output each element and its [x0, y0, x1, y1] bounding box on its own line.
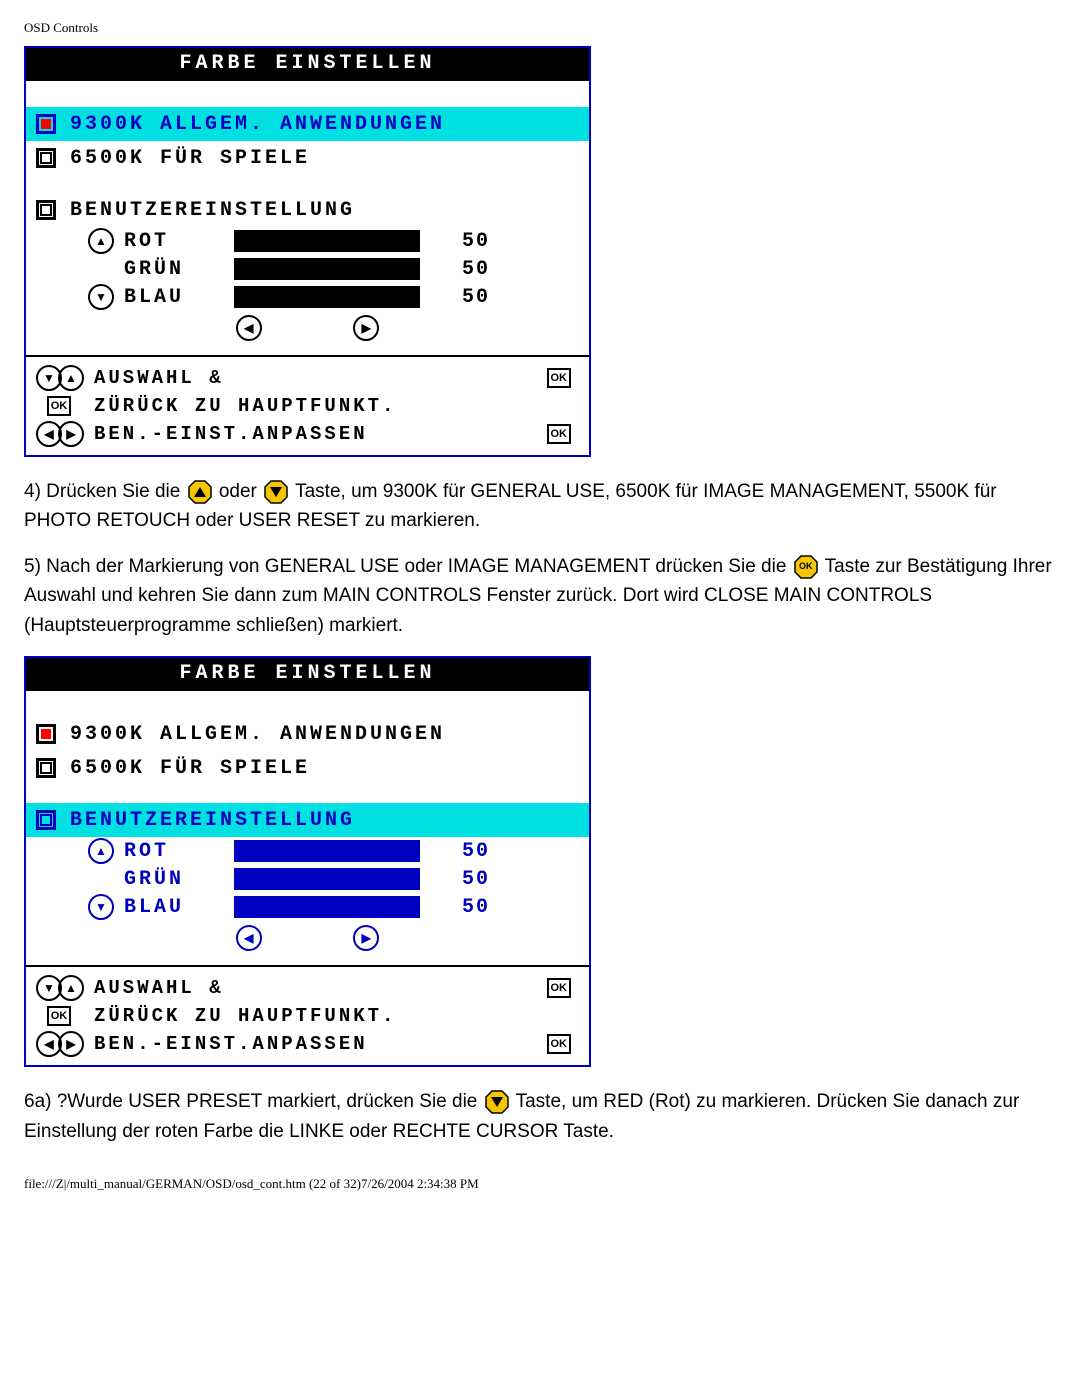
osd1-green-row: GRÜN 50: [26, 255, 589, 283]
osd2-help-row3: ◀ ▶ BEN.-EINST.ANPASSEN OK: [26, 1029, 589, 1059]
osd1-left-right-row: ◀ ▶: [26, 311, 589, 349]
ok-icon: OK: [547, 1034, 572, 1054]
footer-path: file:///Z|/multi_manual/GERMAN/OSD/osd_c…: [24, 1176, 1056, 1192]
osd-screenshot-1: FARBE EINSTELLEN 9300K ALLGEM. ANWENDUNG…: [24, 46, 591, 457]
osd2-option-user: BENUTZEREINSTELLUNG: [26, 803, 589, 837]
osd1-title: FARBE EINSTELLEN: [26, 48, 589, 81]
osd2-help-row2: OK ZÜRÜCK ZU HAUPTFUNKT.: [26, 1003, 589, 1029]
osd2-left-right-row: ◀ ▶: [26, 921, 589, 959]
ok-icon: OK: [47, 1006, 72, 1026]
radio-unselected-icon: [36, 148, 56, 168]
up-arrow-icon: ▲: [88, 228, 114, 254]
osd1-help-row3: ◀ ▶ BEN.-EINST.ANPASSEN OK: [26, 419, 589, 449]
osd2-option-9300k: 9300K ALLGEM. ANWENDUNGEN: [26, 717, 589, 751]
osd1-help-row2: OK ZÜRÜCK ZU HAUPTFUNKT.: [26, 393, 589, 419]
ok-icon: OK: [547, 424, 572, 444]
osd-screenshot-2: FARBE EINSTELLEN 9300K ALLGEM. ANWENDUNG…: [24, 656, 591, 1067]
up-arrow-icon: ▲: [58, 365, 84, 391]
radio-unselected-icon: [36, 200, 56, 220]
radio-selected-icon: [36, 724, 56, 744]
right-arrow-icon: ▶: [58, 1031, 84, 1057]
osd2-red-row: ▲ ROT 50: [26, 837, 589, 865]
right-arrow-icon: ▶: [353, 315, 379, 341]
ok-icon: OK: [547, 368, 572, 388]
red-bar: [234, 230, 420, 252]
osd2-green-row: GRÜN 50: [26, 865, 589, 893]
ok-icon: OK: [47, 396, 72, 416]
down-arrow-icon: ▼: [88, 894, 114, 920]
osd1-option-user: BENUTZEREINSTELLUNG: [26, 193, 589, 227]
right-arrow-icon: ▶: [58, 421, 84, 447]
step-5-text: 5) Nach der Markierung von GENERAL USE o…: [24, 552, 1056, 640]
green-bar: [234, 258, 420, 280]
page-header: OSD Controls: [24, 20, 1056, 36]
ok-icon: OK: [547, 978, 572, 998]
left-arrow-icon: ◀: [236, 925, 262, 951]
osd1-option-6500k: 6500K FÜR SPIELE: [26, 141, 589, 175]
down-button-icon: [264, 480, 288, 504]
step-6a-text: 6a) ?Wurde USER PRESET markiert, drücken…: [24, 1087, 1056, 1146]
osd2-option-6500k: 6500K FÜR SPIELE: [26, 751, 589, 785]
blue-bar: [234, 896, 420, 918]
osd1-help-row1: ▼ ▲ AUSWAHL & OK: [26, 363, 589, 393]
radio-unselected-icon: [36, 810, 56, 830]
osd1-option-9300k: 9300K ALLGEM. ANWENDUNGEN: [26, 107, 589, 141]
blue-bar: [234, 286, 420, 308]
step-4-text: 4) Drücken Sie die oder Taste, um 9300K …: [24, 477, 1056, 536]
left-arrow-icon: ◀: [236, 315, 262, 341]
osd2-blue-row: ▼ BLAU 50: [26, 893, 589, 921]
osd1-blue-row: ▼ BLAU 50: [26, 283, 589, 311]
up-button-icon: [188, 480, 212, 504]
right-arrow-icon: ▶: [353, 925, 379, 951]
up-arrow-icon: ▲: [88, 838, 114, 864]
osd2-title: FARBE EINSTELLEN: [26, 658, 589, 691]
green-bar: [234, 868, 420, 890]
radio-selected-icon: [36, 114, 56, 134]
down-arrow-icon: ▼: [88, 284, 114, 310]
red-bar: [234, 840, 420, 862]
ok-button-icon: OK: [794, 555, 818, 579]
radio-unselected-icon: [36, 758, 56, 778]
up-arrow-icon: ▲: [58, 975, 84, 1001]
osd2-help-row1: ▼ ▲ AUSWAHL & OK: [26, 973, 589, 1003]
osd1-red-row: ▲ ROT 50: [26, 227, 589, 255]
down-button-icon: [485, 1090, 509, 1114]
